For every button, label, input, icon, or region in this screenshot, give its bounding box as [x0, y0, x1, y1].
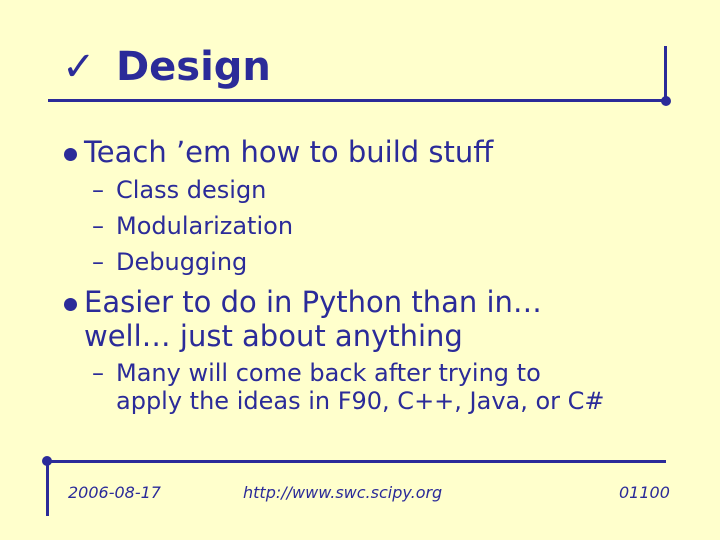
slide-title: ✓ Design [62, 44, 271, 90]
sub-bullet-text-line: apply the ideas in F90, C++, Java, or C# [116, 387, 605, 415]
footer-url: http://www.swc.scipy.org [243, 483, 443, 502]
sub-bullet-text-line: Many will come back after trying to [116, 359, 541, 387]
sub-bullet-list: – Class design – Modularization – Debugg… [62, 175, 702, 277]
dash-icon: – [92, 359, 104, 387]
footer-page-number: 01100 [619, 483, 670, 502]
bullet-item: Teach ’em how to build stuff [62, 135, 702, 169]
sub-bullet-list: – Many will come back after trying to ap… [62, 359, 702, 415]
top-right-vertical-rule [664, 46, 667, 102]
bullet-text-line: well… just about anything [84, 319, 463, 353]
sub-bullet-text: Class design [116, 176, 267, 204]
top-right-dot-icon [661, 96, 671, 106]
sub-bullet-item: – Modularization [62, 211, 702, 241]
bullet-dot-icon [64, 148, 77, 161]
sub-bullet-item: – Many will come back after trying to ap… [62, 359, 702, 415]
bullet-item: Easier to do in Python than in… well… ju… [62, 285, 702, 353]
sub-bullet-text: Debugging [116, 248, 248, 276]
bullet-dot-icon [64, 298, 77, 311]
footer-date: 2006-08-17 [68, 483, 161, 502]
sub-bullet-item: – Debugging [62, 247, 702, 277]
dash-icon: – [92, 248, 104, 276]
top-rule [48, 99, 666, 102]
dash-icon: – [92, 212, 104, 240]
bullet-list: Teach ’em how to build stuff – Class des… [62, 135, 702, 423]
bottom-left-dot-icon [42, 456, 52, 466]
bottom-left-vertical-rule [46, 460, 49, 516]
dash-icon: – [92, 176, 104, 204]
bullet-text-line: Easier to do in Python than in… [84, 285, 542, 319]
bottom-rule [46, 460, 666, 463]
sub-bullet-text: Modularization [116, 212, 294, 240]
bullet-text: Teach ’em how to build stuff [84, 135, 494, 169]
sub-bullet-item: – Class design [62, 175, 702, 205]
slide-title-text: Design [115, 44, 271, 90]
checkmark-icon: ✓ [62, 44, 96, 90]
